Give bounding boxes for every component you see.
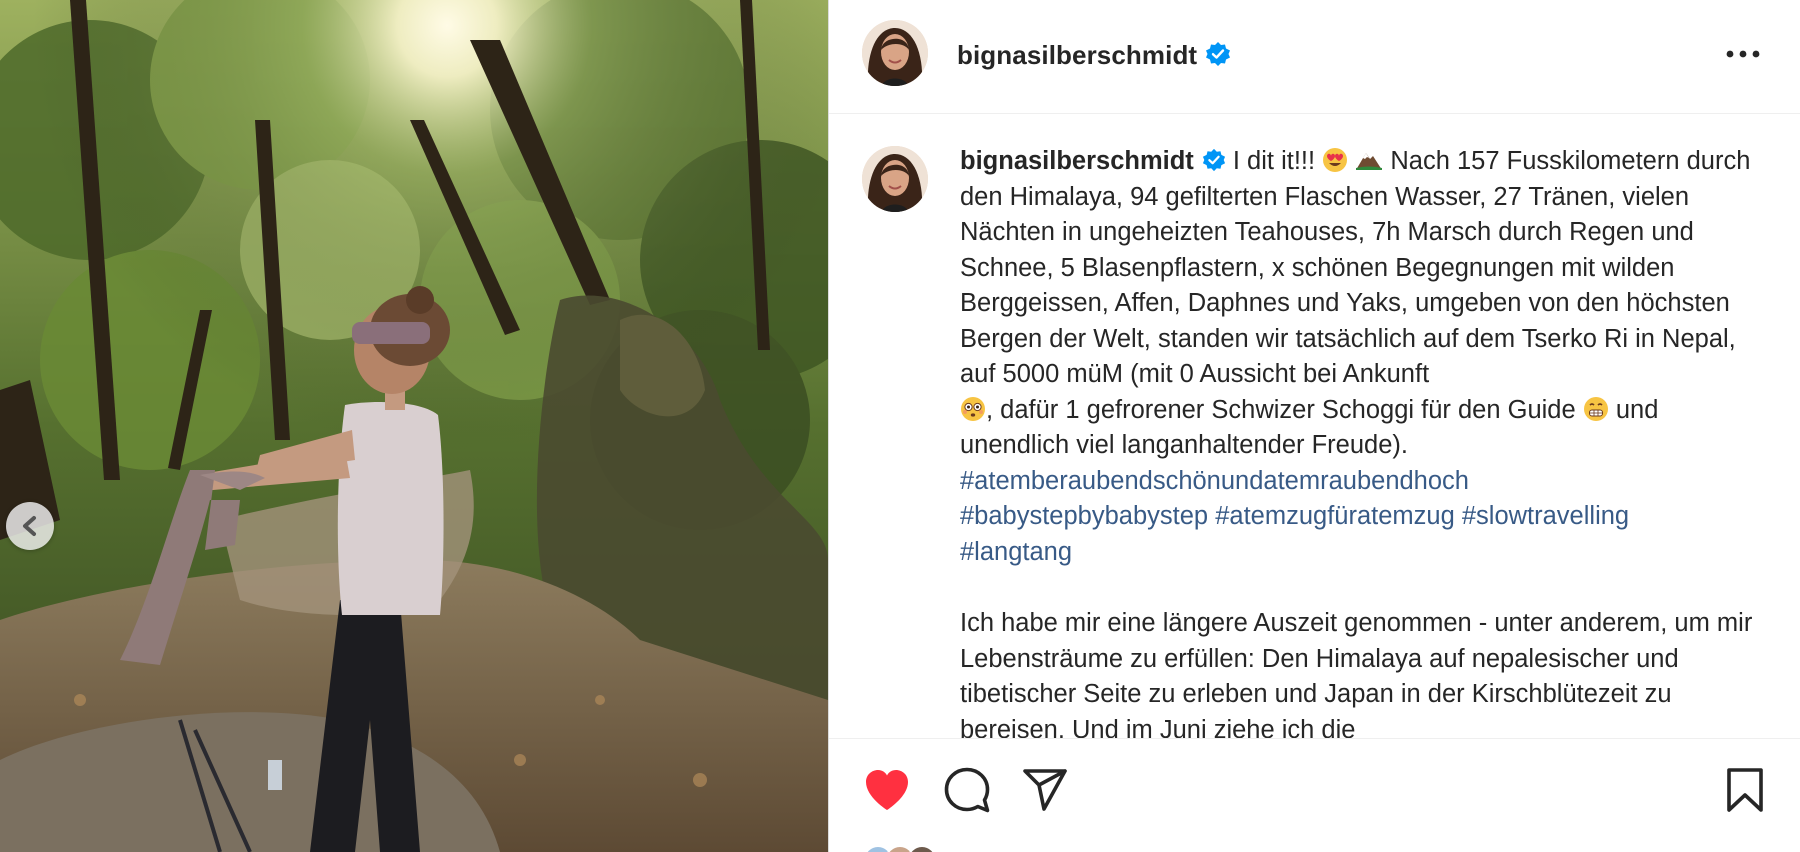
avatar[interactable] (862, 20, 928, 86)
comment-button[interactable] (941, 764, 993, 816)
bookmark-icon (1727, 768, 1763, 812)
caption-text-part: I dit it!!! (1232, 147, 1316, 175)
avatar (907, 845, 937, 852)
more-options-button[interactable] (1721, 36, 1765, 72)
caption-text-part: Nach 157 Fusskilometern durch den Himala… (960, 147, 1751, 388)
post-details-panel: bignasilberschmidt bignasilberschmidt I … (828, 0, 1800, 852)
caption-paragraph-2: Ich habe mir eine längere Auszeit genomm… (960, 609, 1753, 738)
verified-badge-icon (1206, 42, 1231, 66)
post-header: bignasilberschmidt (829, 0, 1800, 114)
hashtag-link[interactable]: #babystepbybabystep (960, 502, 1208, 530)
heart-eyes-emoji (1323, 148, 1348, 172)
like-button[interactable] (861, 764, 913, 816)
caption-avatar[interactable] (862, 146, 928, 212)
post-caption: bignasilberschmidt I dit it!!! Nach 157 … (960, 144, 1770, 738)
caption-scroll-area[interactable]: bignasilberschmidt I dit it!!! Nach 157 … (829, 114, 1800, 738)
more-horizontal-icon (1726, 50, 1760, 58)
save-button[interactable] (1719, 764, 1771, 816)
chevron-left-icon (23, 516, 36, 536)
hashtag-link[interactable]: #atemberaubendschönundatemraubendhoch (960, 467, 1469, 495)
hashtag-link[interactable]: #atemzugfüratemzug (1215, 502, 1455, 530)
profile-photo (862, 20, 928, 86)
mountain-emoji (1356, 153, 1383, 170)
post-action-bar (829, 738, 1800, 852)
hashtag-link[interactable]: #langtang (960, 538, 1072, 566)
liker-avatars[interactable] (863, 845, 963, 852)
username-text[interactable]: bignasilberschmidt (957, 40, 1197, 70)
heart-filled-icon (866, 770, 908, 810)
post-author-username[interactable]: bignasilberschmidt (957, 40, 1231, 71)
share-button[interactable] (1019, 764, 1071, 816)
profile-photo (862, 146, 928, 212)
carousel-prev-button[interactable] (6, 502, 54, 550)
caption-text-part: , dafür 1 gefrorener Schwizer Schoggi fü… (986, 395, 1576, 424)
paper-plane-icon (1023, 769, 1067, 811)
caption-username[interactable]: bignasilberschmidt (960, 147, 1194, 175)
grimacing-face-emoji (1583, 396, 1608, 421)
instagram-post-view: bignasilberschmidt bignasilberschmidt I … (0, 0, 1800, 852)
verified-badge-icon (1202, 148, 1225, 172)
caption-paragraph-1: bignasilberschmidt I dit it!!! Nach 157 … (960, 144, 1770, 570)
forest-trail-photo (0, 0, 828, 852)
comment-icon (944, 767, 990, 813)
hashtag-link[interactable]: #slowtravelling (1462, 502, 1629, 530)
flushed-face-emoji (961, 396, 985, 421)
post-photo[interactable] (0, 0, 828, 852)
